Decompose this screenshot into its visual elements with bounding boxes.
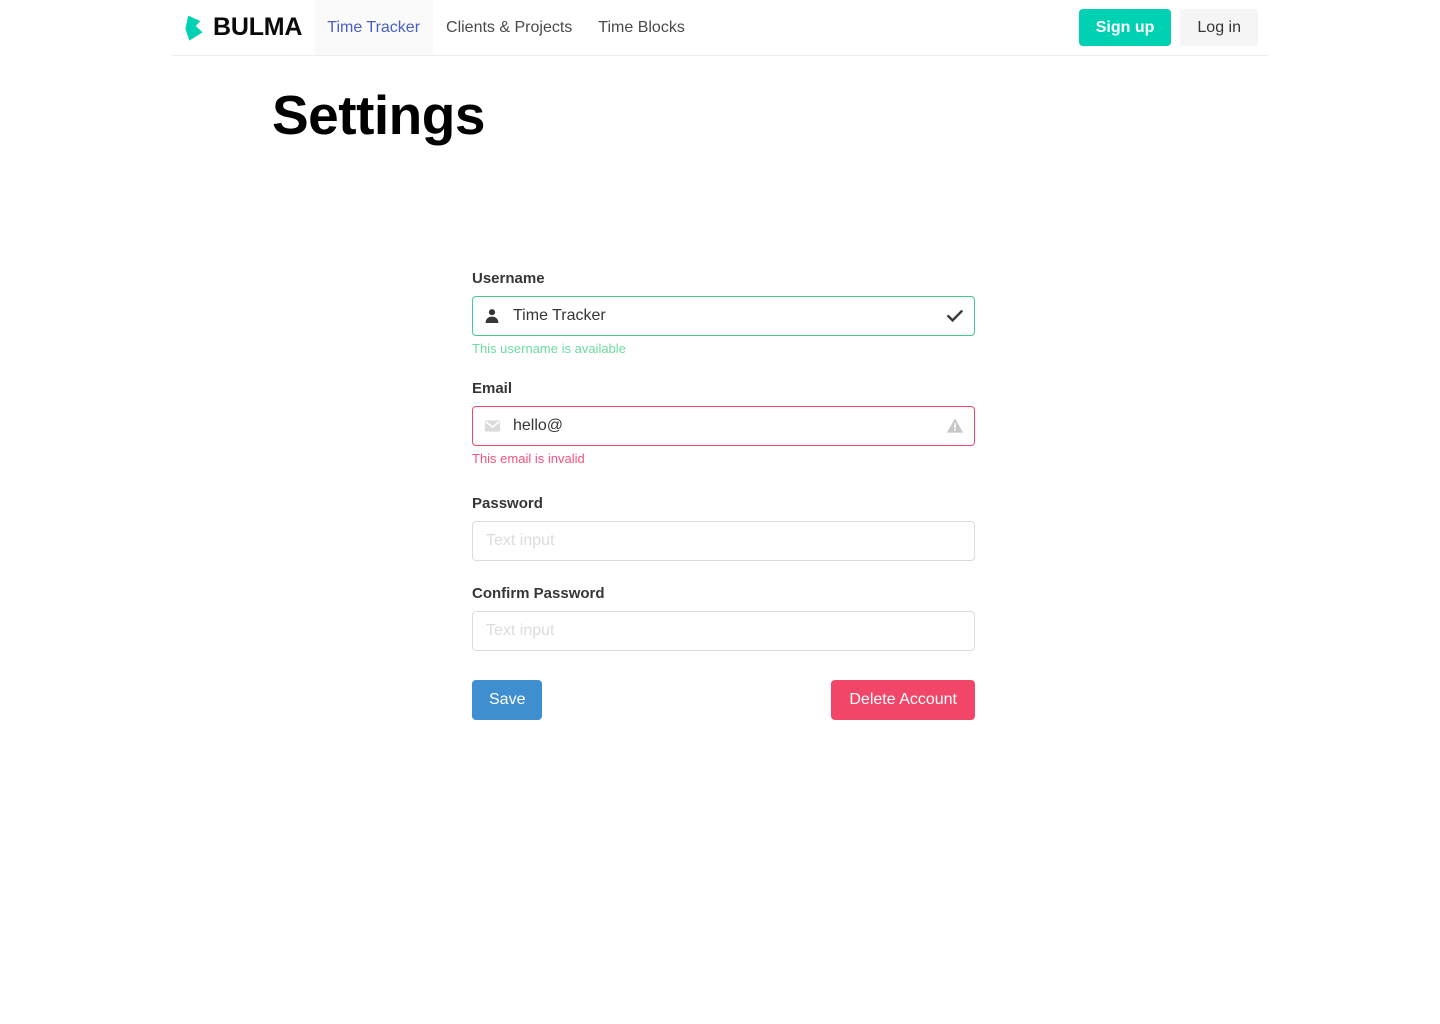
username-control	[472, 296, 975, 336]
password-input[interactable]	[472, 520, 975, 561]
confirm-password-field: Confirm Password	[472, 585, 975, 651]
email-control	[472, 405, 975, 446]
page-title: Settings	[272, 84, 485, 146]
settings-form: Username This username is available Emai…	[472, 270, 975, 720]
username-help-text: This username is available	[472, 341, 626, 356]
bulma-logo-icon	[184, 15, 204, 41]
navbar-start: Time Tracker Clients & Projects Time Blo…	[314, 0, 698, 55]
navbar-inner: BULMA Time Tracker Clients & Projects Ti…	[172, 0, 1268, 56]
nav-item-time-blocks[interactable]: Time Blocks	[585, 0, 698, 55]
email-field: Email This email is invalid	[472, 380, 975, 468]
log-in-button[interactable]: Log in	[1180, 9, 1258, 46]
delete-account-button[interactable]: Delete Account	[831, 679, 975, 720]
nav-item-time-tracker[interactable]: Time Tracker	[314, 0, 434, 55]
confirm-password-input[interactable]	[472, 610, 975, 651]
username-input[interactable]	[472, 296, 975, 336]
save-button[interactable]: Save	[472, 679, 543, 720]
email-label: Email	[472, 379, 513, 397]
navbar-brand[interactable]: BULMA	[172, 0, 314, 55]
sign-up-button[interactable]: Sign up	[1078, 9, 1172, 46]
confirm-password-control	[472, 610, 975, 651]
nav-item-label: Clients & Projects	[446, 18, 573, 36]
username-field: Username This username is available	[472, 270, 975, 358]
email-help-text: This email is invalid	[472, 450, 585, 466]
username-label: Username	[472, 270, 545, 287]
password-field: Password	[472, 495, 975, 561]
confirm-password-label: Confirm Password	[472, 584, 605, 602]
password-control	[472, 520, 975, 561]
navbar: BULMA Time Tracker Clients & Projects Ti…	[0, 0, 1440, 57]
form-actions: Save Delete Account	[472, 679, 975, 720]
navbar-end: Sign up Log in	[1078, 0, 1268, 55]
nav-item-label: Time Tracker	[327, 18, 421, 36]
password-label: Password	[472, 494, 543, 512]
email-input[interactable]	[472, 405, 975, 446]
nav-item-clients-and-projects[interactable]: Clients & Projects	[433, 0, 585, 55]
brand-name: BULMA	[213, 13, 303, 41]
nav-item-label: Time Blocks	[598, 18, 685, 36]
